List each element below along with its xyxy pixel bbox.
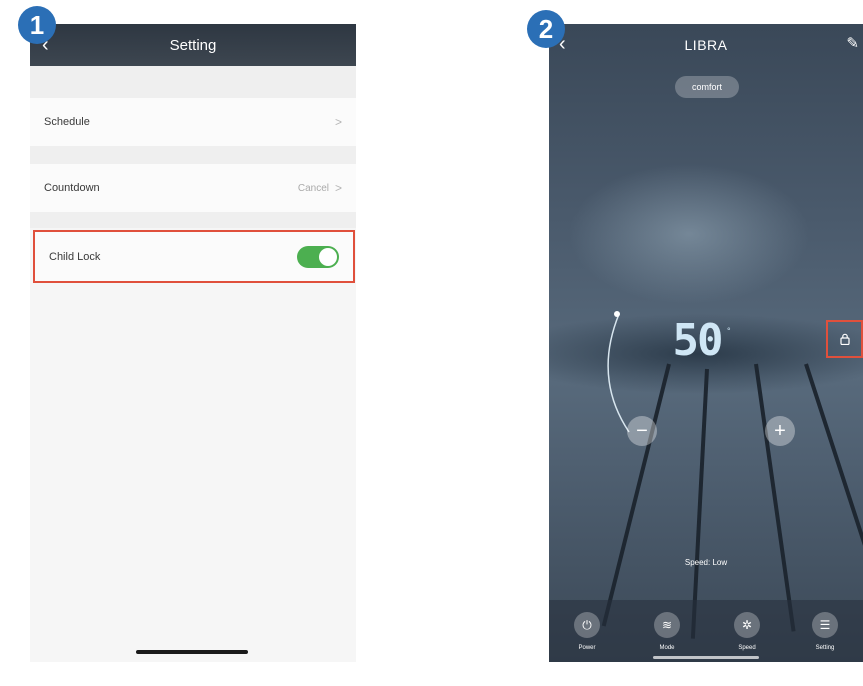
countdown-value: Cancel (297, 182, 329, 194)
mode-icon: ≋ (654, 612, 680, 638)
child-lock-indicator[interactable] (826, 320, 863, 358)
decrease-button[interactable]: − (627, 416, 657, 446)
speed-label: Speed (738, 645, 756, 651)
countdown-label: Countdown (44, 182, 100, 194)
setting-icon: ☰ (812, 612, 838, 638)
fan-icon: ✲ (734, 612, 760, 638)
step-badge-1: 1 (18, 6, 56, 44)
step-badge-2: 2 (527, 10, 565, 48)
child-lock-toggle[interactable] (297, 245, 339, 268)
power-label: Power (578, 645, 596, 651)
mode-button[interactable]: ≋ Mode (637, 612, 697, 651)
setting-button[interactable]: ☰ Setting (795, 612, 855, 651)
toggle-knob (319, 247, 337, 266)
chevron-right-icon: > (334, 181, 342, 195)
device-header: ‹ LIBRA ✎ (549, 24, 863, 66)
power-icon: ⏻ (574, 612, 600, 638)
schedule-row[interactable]: Schedule > (30, 98, 356, 146)
speed-status: Speed: Low (684, 558, 728, 567)
power-button[interactable]: ⏻ Power (557, 612, 617, 651)
plus-icon: + (774, 419, 786, 442)
mode-pill: comfort (675, 76, 739, 98)
home-indicator (653, 656, 759, 659)
lock-icon (839, 333, 850, 345)
edit-icon[interactable]: ✎ (846, 34, 859, 52)
temperature-value: 50 (672, 314, 724, 366)
setting-label: Setting (815, 645, 835, 651)
setting-screen: ‹ Setting Schedule > Countdown Cancel > … (30, 24, 356, 662)
chevron-right-icon: > (334, 115, 342, 129)
schedule-label: Schedule (44, 116, 90, 128)
page-title: Setting (169, 36, 217, 54)
minus-icon: − (636, 419, 648, 442)
child-lock-label: Child Lock (49, 250, 101, 263)
mode-label: Mode (659, 645, 675, 651)
bottom-toolbar: ⏻ Power ≋ Mode ✲ Speed ☰ Setting (549, 600, 863, 662)
fan-leg (804, 363, 863, 622)
device-screen: ‹ LIBRA ✎ comfort 50 ° − + Speed: Low ⏻ … (549, 24, 863, 662)
section-gap (30, 146, 356, 164)
fan-leg (690, 368, 709, 639)
device-title: LIBRA (684, 37, 728, 53)
home-indicator (136, 650, 248, 654)
section-gap (30, 66, 356, 98)
setting-header: ‹ Setting (30, 24, 356, 66)
section-gap (30, 212, 356, 228)
increase-button[interactable]: + (765, 416, 795, 446)
countdown-row[interactable]: Countdown Cancel > (30, 164, 356, 212)
speed-button[interactable]: ✲ Speed (717, 612, 777, 651)
fan-leg (754, 363, 796, 632)
child-lock-row: Child Lock (33, 230, 355, 283)
temperature-unit: ° (727, 326, 731, 336)
